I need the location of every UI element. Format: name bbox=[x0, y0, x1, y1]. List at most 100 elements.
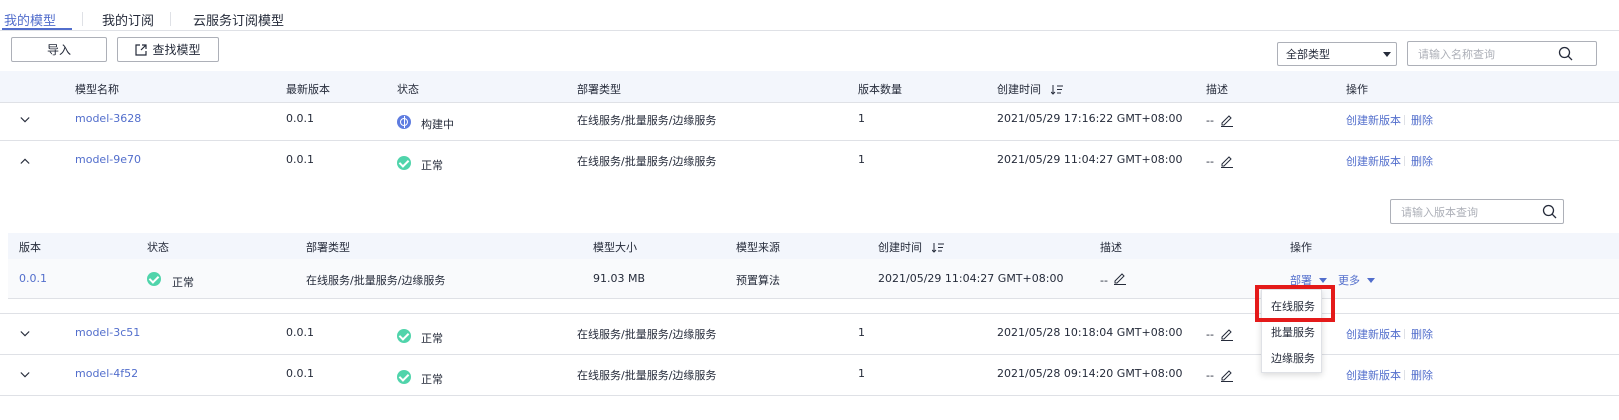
col-operations: 操作 bbox=[1290, 241, 1312, 254]
create-new-version-link[interactable]: 创建新版本 bbox=[1346, 112, 1401, 128]
col-description: 描述 bbox=[1100, 241, 1122, 254]
edit-pencil-icon[interactable] bbox=[1220, 368, 1234, 382]
model-type-select-value: 全部类型 bbox=[1286, 48, 1330, 61]
created-time: 2021/05/29 17:16:22 GMT+08:00 bbox=[997, 112, 1183, 125]
more-dropdown-button[interactable]: 更多 bbox=[1338, 272, 1375, 288]
caret-down-icon bbox=[1366, 278, 1375, 283]
col-status: 状态 bbox=[147, 241, 169, 254]
create-new-version-link[interactable]: 创建新版本 bbox=[1346, 326, 1401, 342]
model-type-select[interactable]: 全部类型 bbox=[1277, 42, 1397, 66]
version-row: 0.0.1 正常 在线服务/批量服务/边缘服务 91.03 MB 预置算法 20… bbox=[8, 259, 1619, 299]
model-source: 预置算法 bbox=[736, 274, 780, 287]
version-count: 1 bbox=[858, 367, 865, 380]
tab-cloud-subscribed-models[interactable]: 云服务订阅模型 bbox=[193, 10, 284, 29]
col-deploy-type: 部署类型 bbox=[306, 241, 350, 254]
model-name-link[interactable]: model-9e70 bbox=[75, 153, 141, 166]
edit-pencil-icon[interactable] bbox=[1113, 271, 1127, 285]
chevron-up-icon[interactable] bbox=[20, 156, 30, 166]
operation-divider bbox=[1404, 115, 1405, 125]
import-button-label: 导入 bbox=[46, 43, 71, 57]
status-text: 正常 bbox=[421, 159, 443, 172]
delete-link[interactable]: 删除 bbox=[1411, 153, 1433, 169]
table-row: model-9e70 0.0.1 正常 在线服务/批量服务/边缘服务 1 202… bbox=[0, 141, 1619, 182]
model-name-link[interactable]: model-4f52 bbox=[75, 367, 138, 380]
description: -- bbox=[1100, 274, 1108, 287]
description: -- bbox=[1206, 328, 1214, 341]
table-row: model-4f52 0.0.1 正常 在线服务/批量服务/边缘服务 1 202… bbox=[0, 355, 1619, 396]
deploy-type: 在线服务/批量服务/边缘服务 bbox=[306, 274, 446, 287]
model-name-link[interactable]: model-3628 bbox=[75, 112, 141, 125]
version-search-placeholder: 请输入版本查询 bbox=[1401, 205, 1478, 219]
search-icon[interactable] bbox=[1558, 46, 1574, 62]
check-circle-icon bbox=[397, 156, 411, 170]
col-description: 描述 bbox=[1206, 83, 1228, 96]
operation-divider bbox=[1404, 370, 1405, 380]
edit-pencil-icon[interactable] bbox=[1220, 154, 1234, 168]
edit-pencil-icon[interactable] bbox=[1220, 113, 1234, 127]
col-version: 版本 bbox=[19, 241, 41, 254]
sort-icon[interactable] bbox=[931, 243, 944, 253]
col-version-count: 版本数量 bbox=[858, 83, 902, 96]
chevron-down-icon[interactable] bbox=[20, 370, 30, 380]
model-size: 91.03 MB bbox=[593, 272, 646, 285]
tab-my-models[interactable]: 我的模型 bbox=[4, 10, 56, 29]
col-created-time-label: 创建时间 bbox=[878, 241, 922, 254]
chevron-down-icon[interactable] bbox=[20, 115, 30, 125]
table-row: model-3c51 0.0.1 正常 在线服务/批量服务/边缘服务 1 202… bbox=[0, 314, 1619, 355]
latest-version: 0.0.1 bbox=[286, 367, 314, 380]
col-operations: 操作 bbox=[1346, 83, 1368, 96]
version-panel: 请输入版本查询 版本 状态 部署类型 模型大小 模型来源 创建时间 描述 操作 … bbox=[0, 181, 1619, 314]
create-new-version-link[interactable]: 创建新版本 bbox=[1346, 367, 1401, 383]
deploy-type: 在线服务/批量服务/边缘服务 bbox=[577, 369, 717, 382]
sort-icon[interactable] bbox=[1050, 85, 1063, 95]
tab-active-underline bbox=[2, 28, 72, 30]
status-text: 构建中 bbox=[421, 118, 454, 131]
tab-my-subscriptions[interactable]: 我的订阅 bbox=[102, 10, 154, 29]
col-deploy-type: 部署类型 bbox=[577, 83, 621, 96]
chevron-down-icon[interactable] bbox=[20, 329, 30, 339]
description: -- bbox=[1206, 369, 1214, 382]
caret-down-icon bbox=[1383, 52, 1391, 57]
highlight-box bbox=[1255, 285, 1335, 322]
col-model-source: 模型来源 bbox=[736, 241, 780, 254]
created-time: 2021/05/29 11:04:27 GMT+08:00 bbox=[997, 153, 1183, 166]
version-count: 1 bbox=[858, 326, 865, 339]
delete-link[interactable]: 删除 bbox=[1411, 326, 1433, 342]
col-created-time[interactable]: 创建时间 bbox=[997, 81, 1063, 97]
operation-divider bbox=[1404, 329, 1405, 339]
col-latest-version: 最新版本 bbox=[286, 83, 330, 96]
latest-version: 0.0.1 bbox=[286, 326, 314, 339]
menu-item-edge-service[interactable]: 边缘服务 bbox=[1271, 350, 1315, 366]
deploy-type: 在线服务/批量服务/边缘服务 bbox=[577, 328, 717, 341]
latest-version: 0.0.1 bbox=[286, 112, 314, 125]
version-count: 1 bbox=[858, 153, 865, 166]
latest-version: 0.0.1 bbox=[286, 153, 314, 166]
model-name-search-input[interactable]: 请输入名称查询 bbox=[1407, 41, 1597, 66]
description: -- bbox=[1206, 155, 1214, 168]
delete-link[interactable]: 删除 bbox=[1411, 367, 1433, 383]
delete-link[interactable]: 删除 bbox=[1411, 112, 1433, 128]
external-link-icon bbox=[135, 43, 148, 56]
status-text: 正常 bbox=[421, 373, 443, 386]
import-button[interactable]: 导入 bbox=[11, 37, 107, 62]
tab-divider bbox=[170, 12, 171, 26]
created-time: 2021/05/28 09:14:20 GMT+08:00 bbox=[997, 367, 1183, 380]
menu-item-batch-service[interactable]: 批量服务 bbox=[1271, 324, 1315, 340]
col-model-size: 模型大小 bbox=[593, 241, 637, 254]
deploy-type: 在线服务/批量服务/边缘服务 bbox=[577, 114, 717, 127]
edit-pencil-icon[interactable] bbox=[1220, 327, 1234, 341]
create-new-version-link[interactable]: 创建新版本 bbox=[1346, 153, 1401, 169]
created-time: 2021/05/28 10:18:04 GMT+08:00 bbox=[997, 326, 1183, 339]
find-model-label: 查找模型 bbox=[152, 43, 201, 57]
col-created-time-label: 创建时间 bbox=[997, 83, 1041, 96]
col-created-time[interactable]: 创建时间 bbox=[878, 239, 944, 255]
model-name-search-placeholder: 请输入名称查询 bbox=[1418, 47, 1495, 61]
search-icon[interactable] bbox=[1542, 204, 1558, 220]
more-label: 更多 bbox=[1338, 274, 1360, 287]
version-search-input[interactable]: 请输入版本查询 bbox=[1390, 199, 1564, 224]
find-model-button[interactable]: 查找模型 bbox=[117, 37, 219, 62]
table-row: model-3628 0.0.1 构建中 在线服务/批量服务/边缘服务 1 20… bbox=[0, 100, 1619, 141]
col-model-name: 模型名称 bbox=[75, 83, 119, 96]
check-circle-icon bbox=[397, 370, 411, 384]
model-name-link[interactable]: model-3c51 bbox=[75, 326, 140, 339]
